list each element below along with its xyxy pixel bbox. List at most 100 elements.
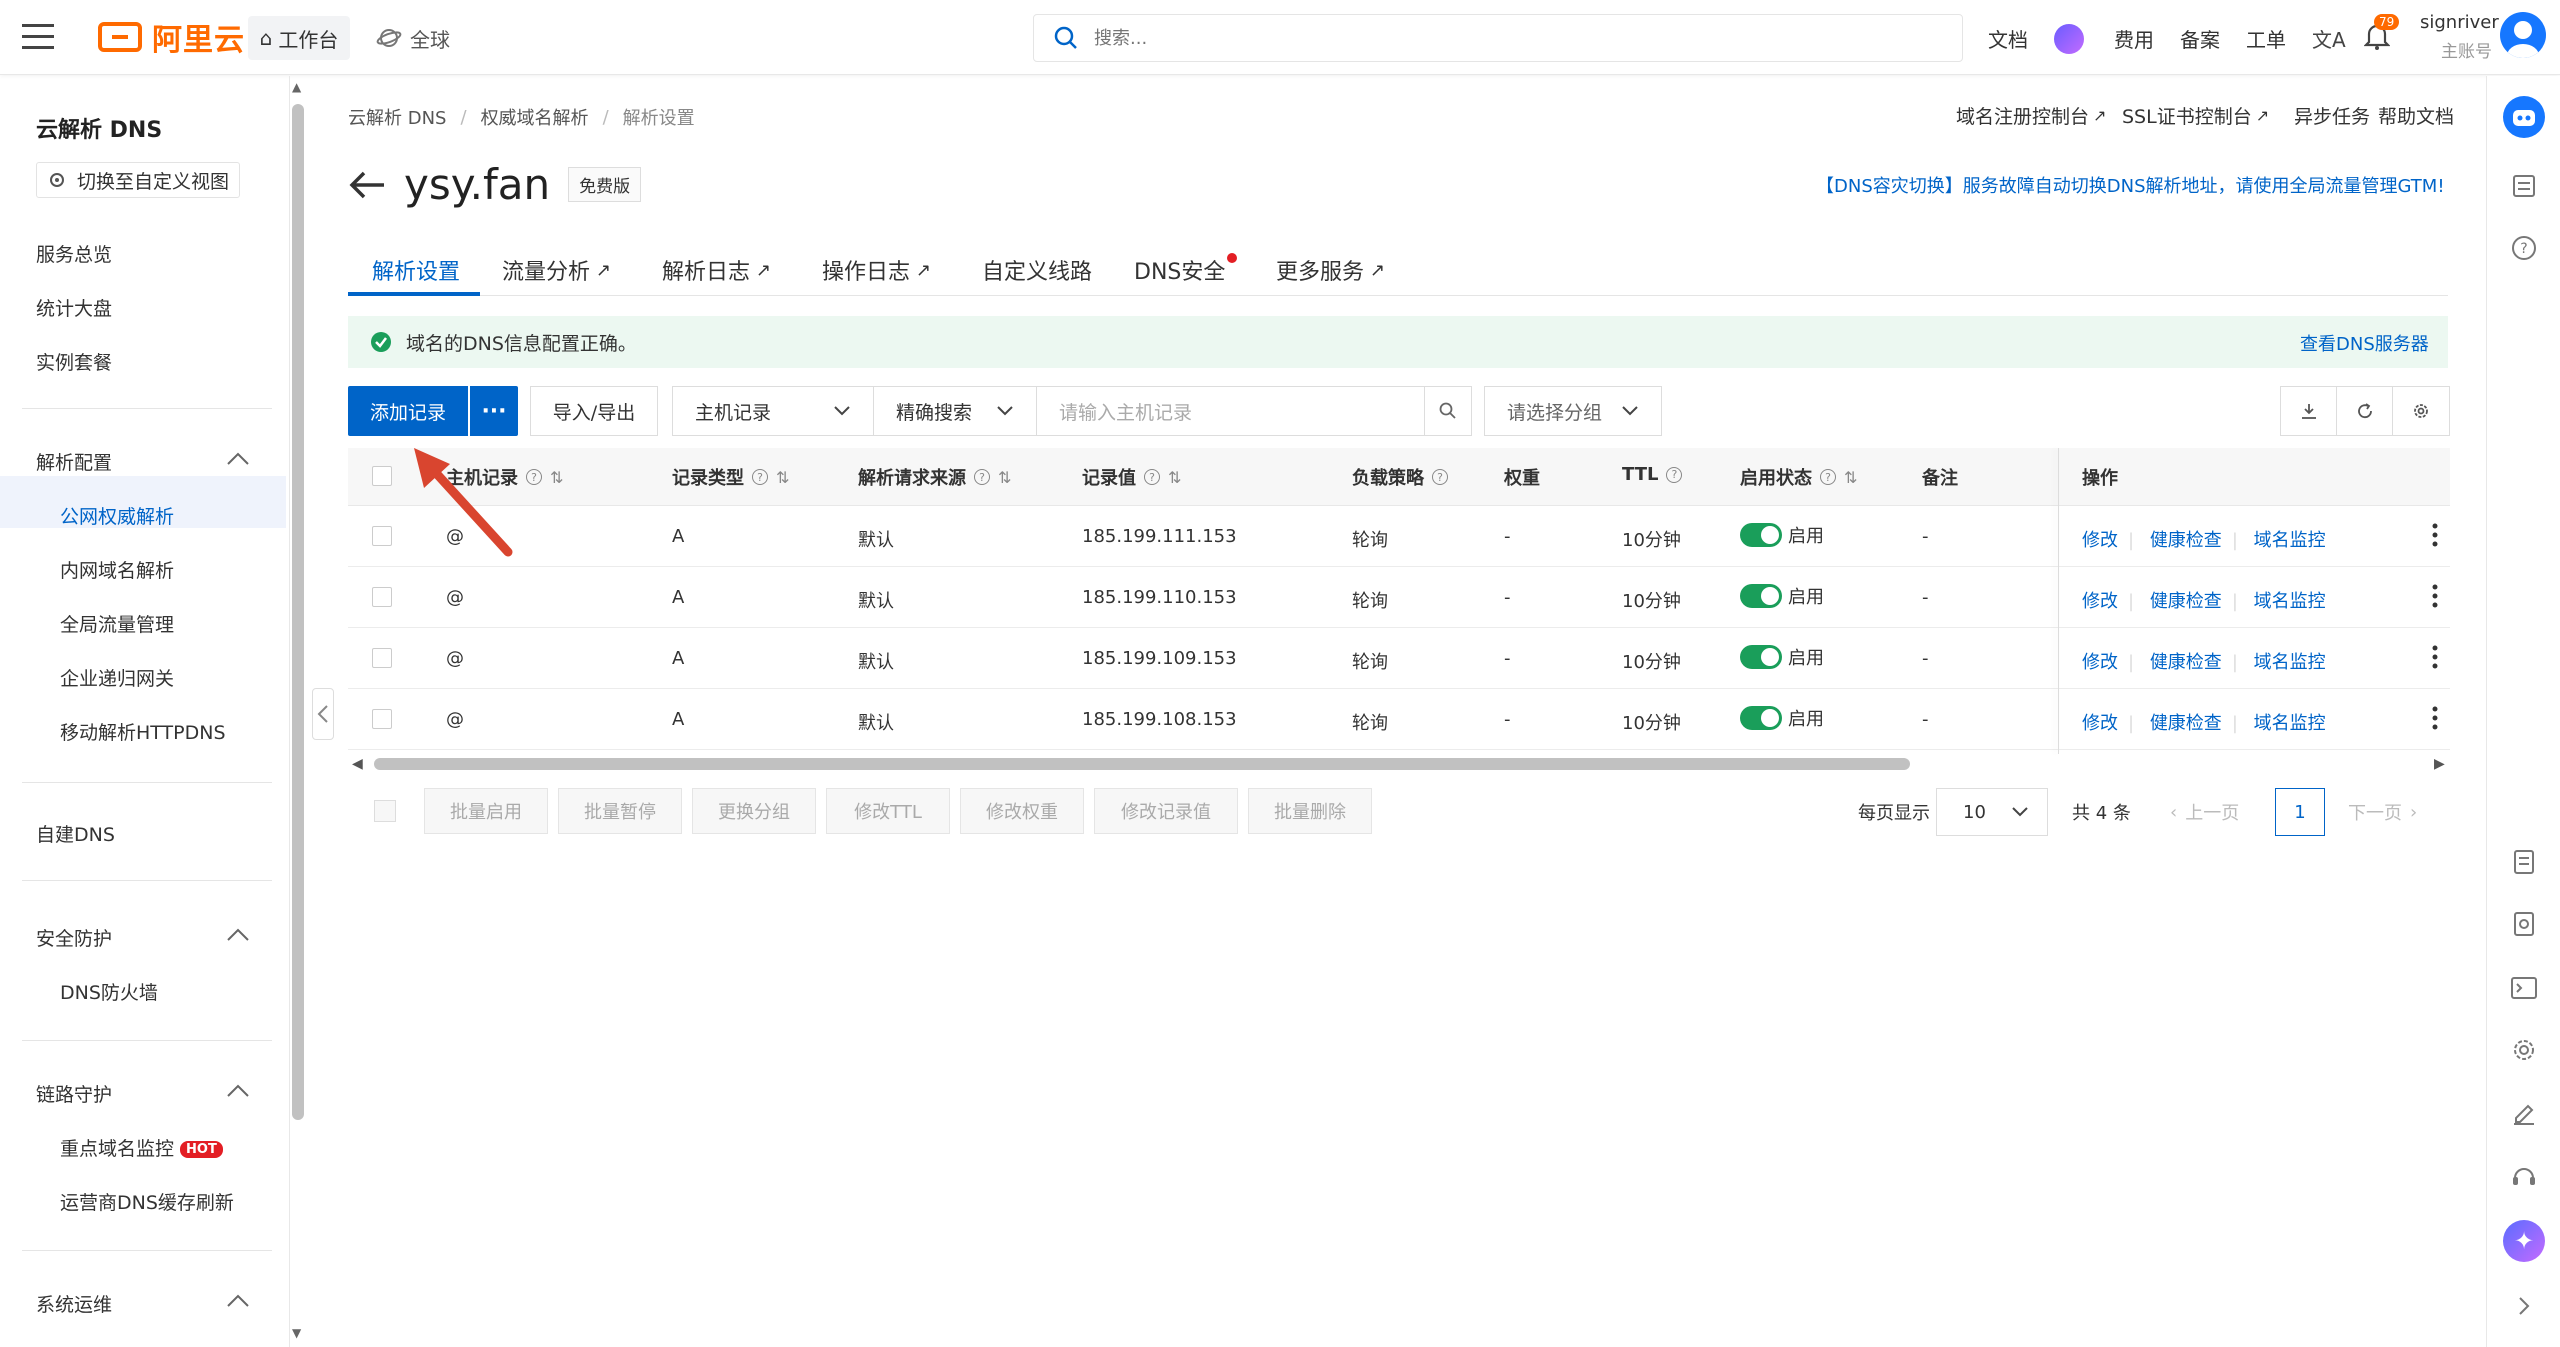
async-tasks-link[interactable]: 异步任务 — [2294, 102, 2370, 129]
scroll-down-arrow-icon[interactable]: ▼ — [292, 1326, 301, 1340]
chevron-up-icon[interactable] — [226, 452, 250, 466]
gear-icon[interactable] — [2508, 1034, 2540, 1066]
modify-link[interactable]: 修改 — [2082, 713, 2118, 734]
modify-ttl-button[interactable]: 修改TTL — [826, 788, 950, 834]
view-dns-servers-link[interactable]: 查看DNS服务器 — [2300, 330, 2429, 356]
sidebar-item-key-domain-monitor[interactable]: 重点域名监控 HOT — [60, 1134, 223, 1161]
global-search[interactable] — [1033, 14, 1963, 62]
sidebar-item-public-authoritative[interactable]: 公网权威解析 — [60, 502, 174, 529]
domain-monitor-link[interactable]: 域名监控 — [2254, 591, 2326, 612]
select-all-checkbox[interactable] — [372, 466, 392, 486]
billing-link[interactable]: 费用 — [2114, 20, 2154, 56]
row-checkbox[interactable] — [372, 526, 392, 546]
sidebar-item-httpdns[interactable]: 移动解析HTTPDNS — [60, 718, 226, 745]
tab-operation-logs[interactable]: 操作日志 ↗ — [822, 254, 931, 286]
domain-monitor-link[interactable]: 域名监控 — [2254, 530, 2326, 551]
sort-icon[interactable]: ⇅ — [998, 468, 1011, 487]
modify-link[interactable]: 修改 — [2082, 591, 2118, 612]
modify-weight-button[interactable]: 修改权重 — [960, 788, 1084, 834]
chevron-up-icon[interactable] — [226, 928, 250, 942]
host-record-search-input[interactable]: 请输入主机记录 — [1036, 386, 1426, 436]
status-toggle[interactable] — [1740, 523, 1782, 547]
ai-sparkle-icon[interactable]: ✦ — [2503, 1220, 2545, 1262]
sidebar-item-recursive-gateway[interactable]: 企业递归网关 — [60, 664, 174, 691]
group-select[interactable]: 请选择分组 — [1484, 386, 1662, 436]
more-actions-button[interactable]: ··· — [470, 386, 518, 436]
change-group-button[interactable]: 更换分组 — [692, 788, 816, 834]
sort-icon[interactable]: ⇅ — [1168, 468, 1181, 487]
chevron-right-icon[interactable] — [2508, 1290, 2540, 1322]
next-page-button[interactable]: 下一页 › — [2348, 788, 2417, 836]
row-checkbox[interactable] — [372, 709, 392, 729]
domain-monitor-link[interactable]: 域名监控 — [2254, 652, 2326, 673]
more-vertical-icon[interactable] — [2432, 583, 2438, 609]
collapse-sidebar-button[interactable] — [312, 688, 334, 740]
gtm-promo-link[interactable]: 【DNS容灾切换】服务故障自动切换DNS解析地址，请使用全局流量管理GTM! — [1816, 172, 2445, 198]
tab-resolution-logs[interactable]: 解析日志 ↗ — [662, 254, 771, 286]
modify-link[interactable]: 修改 — [2082, 530, 2118, 551]
sort-icon[interactable]: ⇅ — [776, 468, 789, 487]
workbench-button[interactable]: ⌂ 工作台 — [248, 16, 350, 60]
tab-traffic-analysis[interactable]: 流量分析 ↗ — [502, 254, 611, 286]
more-vertical-icon[interactable] — [2432, 705, 2438, 731]
help-icon[interactable]: ? — [974, 469, 990, 485]
refresh-button[interactable] — [2336, 386, 2394, 436]
scroll-left-arrow-icon[interactable]: ◀ — [352, 756, 363, 772]
breadcrumb-item[interactable]: 云解析 DNS — [348, 104, 446, 130]
tab-resolution-settings[interactable]: 解析设置 — [372, 254, 460, 286]
help-docs-link[interactable]: 帮助文档 — [2378, 102, 2454, 129]
chevron-up-icon[interactable] — [226, 1084, 250, 1098]
help-icon[interactable]: ? — [1820, 469, 1836, 485]
row-checkbox[interactable] — [372, 587, 392, 607]
search-mode-select[interactable]: 精确搜索 — [873, 386, 1037, 436]
status-toggle[interactable] — [1740, 645, 1782, 669]
help-icon[interactable]: ? — [1144, 469, 1160, 485]
help-icon[interactable]: ? — [752, 469, 768, 485]
menu-icon[interactable] — [22, 24, 54, 50]
domain-monitor-link[interactable]: 域名监控 — [2254, 713, 2326, 734]
scroll-up-arrow-icon[interactable]: ▲ — [292, 80, 301, 94]
health-check-link[interactable]: 健康检查 — [2150, 591, 2222, 612]
sidebar-group-security[interactable]: 安全防护 — [36, 924, 112, 951]
sidebar-item-dns-firewall[interactable]: DNS防火墙 — [60, 978, 158, 1005]
tab-dns-security[interactable]: DNS安全 — [1134, 253, 1241, 286]
ai-assistant-icon[interactable] — [2054, 24, 2084, 54]
add-record-button[interactable]: 添加记录 — [348, 386, 468, 436]
page-number-current[interactable]: 1 — [2275, 788, 2325, 836]
sidebar-group-resolution-config[interactable]: 解析配置 — [36, 448, 112, 475]
chevron-up-icon[interactable] — [226, 1294, 250, 1308]
row-checkbox[interactable] — [372, 648, 392, 668]
help-icon[interactable]: ? — [1666, 466, 1683, 483]
settings-document-icon[interactable] — [2508, 908, 2540, 940]
document-icon[interactable] — [2508, 846, 2540, 878]
per-page-select[interactable]: 10 — [1936, 788, 2048, 836]
sidebar-scrollbar[interactable] — [292, 104, 304, 1120]
more-vertical-icon[interactable] — [2432, 644, 2438, 670]
global-search-input[interactable] — [1094, 27, 1894, 49]
help-icon[interactable]: ? — [1432, 469, 1448, 485]
health-check-link[interactable]: 健康检查 — [2150, 652, 2222, 673]
status-toggle[interactable] — [1740, 584, 1782, 608]
bulk-pause-button[interactable]: 批量暂停 — [558, 788, 682, 834]
bulk-delete-button[interactable]: 批量删除 — [1248, 788, 1372, 834]
domain-registration-console-link[interactable]: 域名注册控制台 ↗ — [1956, 102, 2106, 129]
bulk-select-checkbox[interactable] — [374, 800, 396, 822]
download-button[interactable] — [2280, 386, 2338, 436]
more-vertical-icon[interactable] — [2432, 522, 2438, 548]
ticket-link[interactable]: 工单 — [2246, 20, 2286, 56]
sort-icon[interactable]: ⇅ — [550, 468, 563, 487]
sidebar-item-self-dns[interactable]: 自建DNS — [36, 820, 115, 847]
modify-link[interactable]: 修改 — [2082, 652, 2118, 673]
sidebar-item-gtm[interactable]: 全局流量管理 — [60, 610, 174, 637]
health-check-link[interactable]: 健康检查 — [2150, 713, 2222, 734]
search-button[interactable] — [1424, 386, 1472, 436]
sidebar-item-instances[interactable]: 实例套餐 — [36, 348, 112, 375]
back-arrow-icon[interactable] — [348, 170, 386, 200]
docs-link[interactable]: 文档 — [1988, 20, 2028, 56]
list-icon[interactable] — [2508, 170, 2540, 202]
sidebar-item-isp-cache-refresh[interactable]: 运营商DNS缓存刷新 — [60, 1188, 234, 1215]
robot-assistant-icon[interactable] — [2503, 96, 2545, 138]
help-icon[interactable]: ? — [2508, 232, 2540, 264]
ssl-console-link[interactable]: SSL证书控制台 ↗ — [2122, 102, 2269, 129]
sidebar-item-overview[interactable]: 服务总览 — [36, 240, 112, 267]
